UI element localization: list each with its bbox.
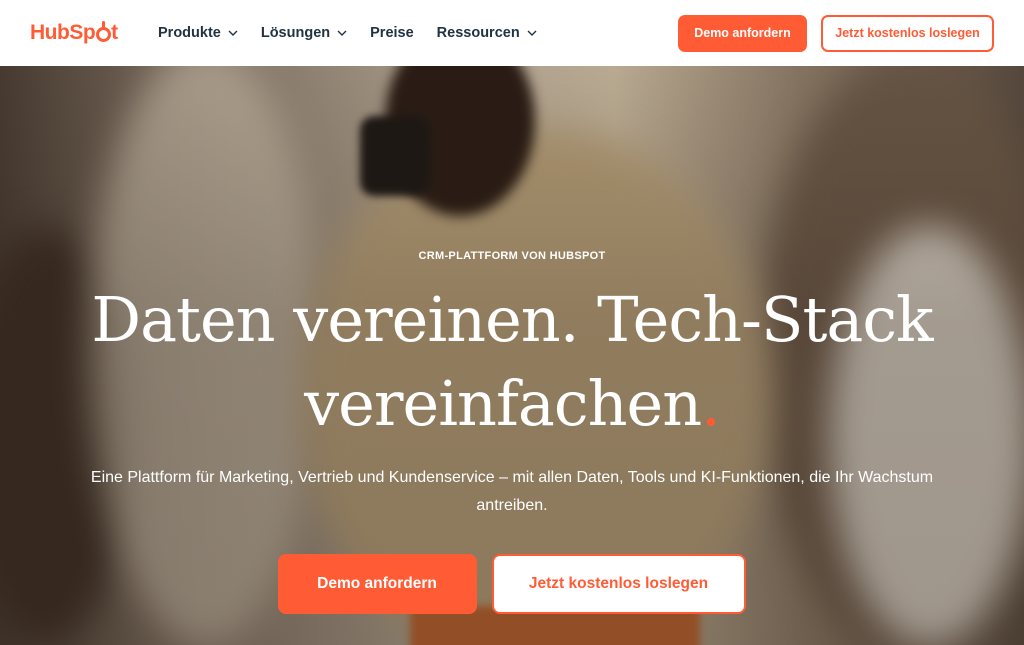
hero-cta-row: Demo anfordern Jetzt kostenlos loslegen (0, 554, 1024, 614)
site-header: HubSp t Produkte Lösungen Preise Ressourc… (0, 0, 1024, 66)
nav-item-loesungen[interactable]: Lösungen (261, 25, 347, 41)
nav-item-ressourcen[interactable]: Ressourcen (437, 25, 537, 41)
nav-item-label: Produkte (158, 25, 221, 41)
hero-headline: Daten vereinen. Tech-Stack vereinfachen. (40, 278, 984, 446)
nav-item-preise[interactable]: Preise (370, 25, 414, 41)
header-actions: Demo anfordern Jetzt kostenlos loslegen (678, 14, 994, 52)
nav-item-produkte[interactable]: Produkte (158, 25, 238, 41)
nav-item-label: Preise (370, 25, 414, 41)
hero-free-signup-button[interactable]: Jetzt kostenlos loslegen (491, 554, 746, 614)
hero-section: CRM-PLATTFORM VON HUBSPOT Daten vereinen… (0, 66, 1024, 645)
hubspot-logo[interactable]: HubSp t (30, 21, 158, 45)
main-nav: Produkte Lösungen Preise Ressourcen (158, 25, 560, 41)
logo-text-right: t (111, 21, 118, 44)
header-free-signup-button[interactable]: Jetzt kostenlos loslegen (821, 14, 994, 52)
nav-item-label: Ressourcen (436, 25, 520, 41)
chevron-down-icon (337, 30, 347, 36)
headline-accent-dot: . (701, 367, 721, 440)
chevron-down-icon (527, 30, 537, 36)
nav-item-label: Lösungen (260, 25, 331, 41)
hero-content: CRM-PLATTFORM VON HUBSPOT Daten vereinen… (0, 66, 1024, 645)
hero-subline: Eine Plattform für Marketing, Vertrieb u… (90, 469, 934, 514)
chevron-down-icon (228, 30, 238, 36)
hero-eyebrow: CRM-PLATTFORM VON HUBSPOT (418, 250, 606, 262)
hero-demo-button[interactable]: Demo anfordern (277, 554, 477, 614)
header-demo-button[interactable]: Demo anfordern (678, 14, 807, 52)
logo-text-left: HubSp (30, 21, 96, 44)
headline-line-2: vereinfachen (304, 367, 702, 440)
sprocket-icon (96, 21, 112, 42)
headline-line-1: Daten vereinen. Tech-Stack (91, 283, 933, 356)
